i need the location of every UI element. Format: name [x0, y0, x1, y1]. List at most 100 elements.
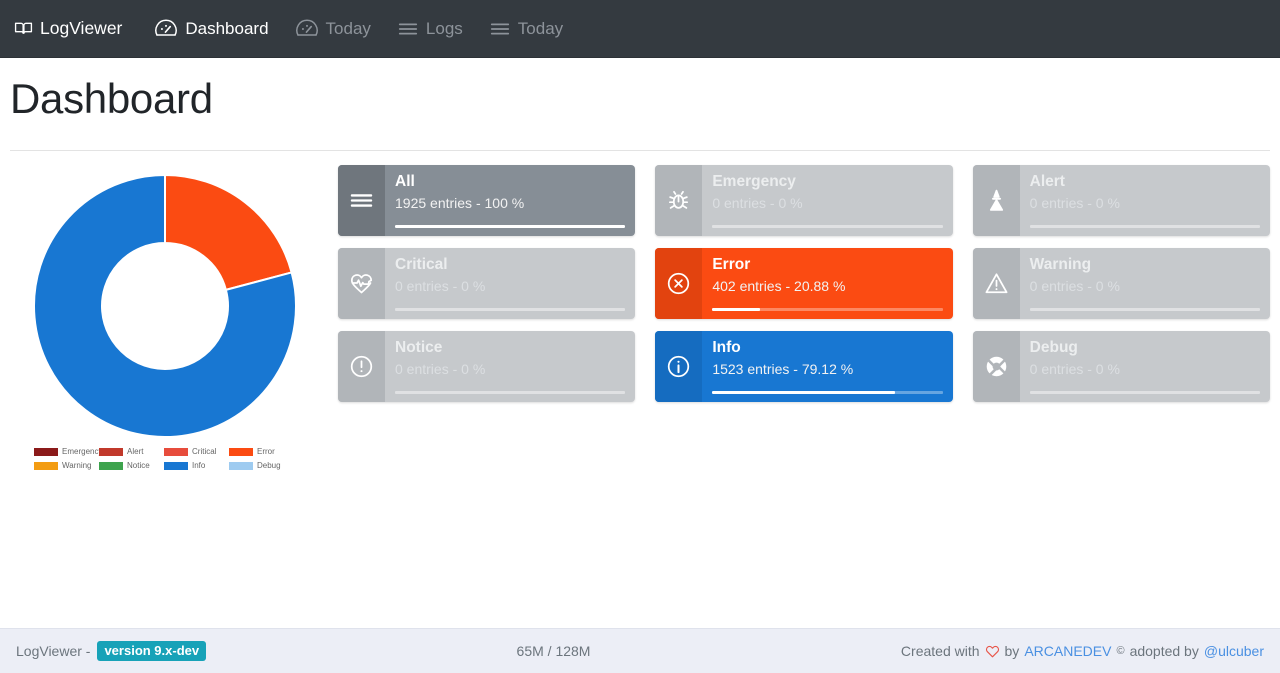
log-level-card-critical[interactable]: Critical 0 entries - 0 %: [338, 248, 636, 320]
log-level-card-alert[interactable]: Alert 0 entries - 0 %: [972, 165, 1270, 237]
navbar-item-dashboard-today[interactable]: Today: [295, 17, 371, 41]
legend-label: Warning: [62, 461, 92, 471]
footer-adopted-by-label: adopted by: [1129, 643, 1199, 659]
legend-label: Critical: [192, 447, 217, 457]
legend-item-notice[interactable]: Notice: [99, 461, 164, 470]
legend-swatch: [34, 461, 58, 470]
tachometer-icon: [295, 17, 319, 41]
card-title: All: [395, 173, 415, 191]
bug-icon: [655, 165, 703, 237]
legend-swatch: [164, 461, 188, 470]
card-progress-bar: [712, 391, 943, 395]
list-icon: [338, 165, 385, 237]
legend-item-debug[interactable]: Debug: [229, 461, 294, 470]
log-level-card-debug[interactable]: Debug 0 entries - 0 %: [972, 331, 1270, 403]
navbar-brand-logviewer[interactable]: LogViewer: [14, 19, 122, 38]
card-title: Error: [712, 256, 751, 274]
main-content: Emergency Alert Critical Error Warning Notice…: [0, 151, 1280, 475]
log-level-card-warning[interactable]: Warning 0 entries - 0 %: [972, 248, 1270, 320]
navbar-item-label: Today: [517, 19, 564, 38]
card-stats: 0 entries - 0 %: [1029, 360, 1120, 377]
legend-item-error[interactable]: Error: [229, 447, 294, 456]
card-progress-fill: [395, 225, 626, 229]
log-level-card-notice[interactable]: Notice 0 entries - 0 %: [338, 331, 636, 403]
tachometer-icon: [154, 17, 178, 41]
legend-item-alert[interactable]: Alert: [99, 447, 164, 456]
card-progress-fill: [712, 391, 895, 395]
donut-svg: [33, 174, 297, 439]
card-stats: 0 entries - 0 %: [712, 194, 803, 211]
card-stats: 402 entries - 20.88 %: [712, 277, 846, 294]
card-stats: 0 entries - 0 %: [395, 360, 486, 377]
footer-created-with-label: Created with: [900, 643, 980, 659]
card-progress-bar: [1029, 225, 1260, 229]
log-level-card-all[interactable]: All 1925 entries - 100 %: [338, 165, 636, 237]
legend-label: Alert: [127, 447, 144, 457]
legend-swatch: [99, 461, 123, 470]
card-title: Debug: [1029, 339, 1078, 357]
times-circle-icon: [655, 248, 703, 320]
card-title: Alert: [1029, 173, 1065, 191]
bullhorn-icon: [972, 165, 1020, 237]
card-progress-bar: [712, 225, 943, 229]
navbar-item-logs[interactable]: Logs: [397, 18, 463, 40]
warning-triangle-icon: [972, 248, 1020, 320]
legend-swatch: [229, 461, 253, 470]
card-stats: 0 entries - 0 %: [395, 277, 486, 294]
card-stats: 0 entries - 0 %: [1029, 194, 1120, 211]
footer-adopter-link[interactable]: @ulcuber: [1204, 643, 1264, 659]
card-progress-bar: [395, 225, 626, 229]
navbar-brand-label: LogViewer: [40, 17, 123, 38]
log-level-card-emergency[interactable]: Emergency 0 entries - 0 %: [655, 165, 953, 237]
card-title: Emergency: [712, 173, 796, 191]
chart-legend: Emergency Alert Critical Error Warning Notice…: [34, 447, 296, 475]
log-level-card-info[interactable]: Info 1523 entries - 79.12 %: [655, 331, 953, 403]
legend-label: Notice: [127, 461, 150, 471]
exclamation-circle-icon: [338, 331, 385, 403]
card-progress-bar: [1029, 308, 1260, 312]
card-progress-bar: [395, 308, 626, 312]
navbar-item-dashboard[interactable]: Dashboard: [154, 17, 269, 41]
card-progress-bar: [1029, 391, 1260, 395]
navbar-item-label: Logs: [425, 19, 463, 38]
book-open-icon: [14, 19, 33, 38]
card-body: Debug 0 entries - 0 %: [1020, 331, 1270, 402]
heartbeat-icon: [338, 248, 385, 320]
legend-label: Emergency: [62, 447, 103, 457]
footer-author-link[interactable]: ARCANEDEV: [1024, 643, 1111, 659]
card-progress-fill: [712, 308, 761, 312]
legend-item-warning[interactable]: Warning: [34, 461, 99, 470]
navbar-item-logs-today[interactable]: Today: [489, 18, 563, 40]
legend-swatch: [99, 447, 123, 456]
legend-item-emergency[interactable]: Emergency: [34, 447, 103, 457]
legend-label: Error: [257, 447, 275, 457]
card-body: Notice 0 entries - 0 %: [385, 331, 635, 402]
card-body: Alert 0 entries - 0 %: [1020, 165, 1270, 236]
card-body: Info 1523 entries - 79.12 %: [702, 331, 952, 402]
card-title: Warning: [1029, 256, 1092, 274]
card-stats: 0 entries - 0 %: [1029, 277, 1120, 294]
card-stats: 1523 entries - 79.12 %: [712, 360, 854, 377]
footer-left: LogViewer - version 9.x-dev: [16, 641, 207, 661]
page-footer: LogViewer - version 9.x-dev 65M / 128M C…: [0, 628, 1280, 673]
footer-memory-usage: 65M / 128M: [516, 643, 591, 659]
page-header: Dashboard: [0, 58, 1280, 134]
legend-item-critical[interactable]: Critical: [164, 447, 229, 456]
card-title: Critical: [395, 256, 448, 274]
log-level-cards-grid: All 1925 entries - 100 % Emergency 0 entrie…: [320, 165, 1270, 475]
legend-item-info[interactable]: Info: [164, 461, 229, 470]
log-levels-donut-chart[interactable]: [25, 167, 305, 439]
legend-swatch: [164, 447, 188, 456]
donut-slice-error[interactable]: [164, 174, 293, 292]
navbar-item-label: Today: [325, 19, 371, 38]
legend-swatch: [34, 447, 58, 456]
legend-label: Debug: [257, 461, 281, 471]
card-title: Notice: [395, 339, 443, 357]
log-level-card-error[interactable]: Error 402 entries - 20.88 %: [655, 248, 953, 320]
footer-copyright-symbol: ©: [1116, 645, 1125, 657]
list-icon: [489, 18, 511, 40]
top-navbar: LogViewer Dashboard Today Logs Today: [0, 0, 1280, 58]
card-progress-bar: [712, 308, 943, 312]
heart-icon: [985, 644, 1000, 659]
card-body: Critical 0 entries - 0 %: [385, 248, 635, 319]
